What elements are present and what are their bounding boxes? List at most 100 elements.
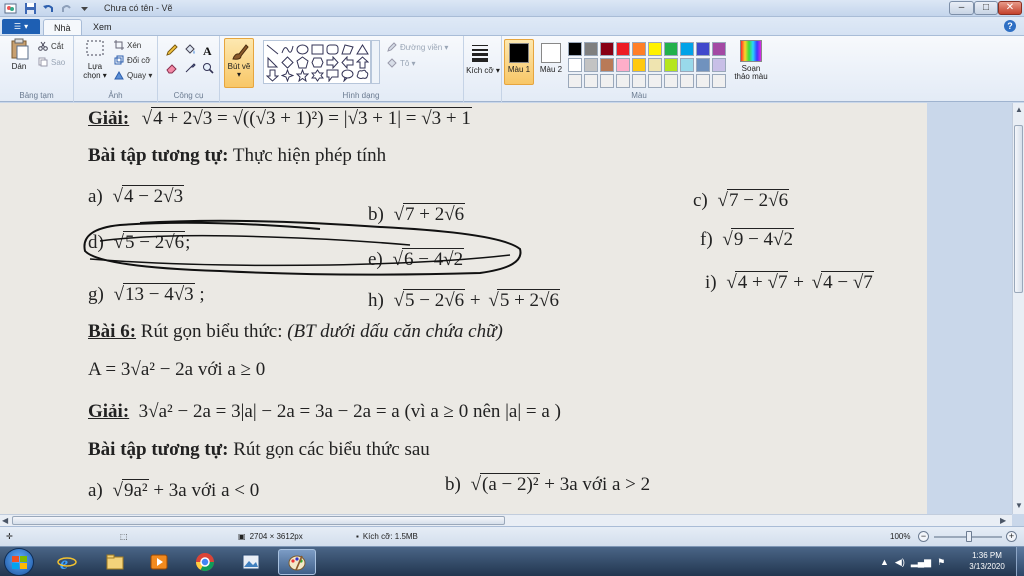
diamond-shape-icon[interactable] (281, 56, 294, 69)
maximize-button[interactable]: □ (974, 1, 998, 15)
magnifier-icon[interactable] (200, 60, 216, 75)
left-arrow-shape-icon[interactable] (341, 56, 354, 69)
vertical-scroll-thumb[interactable] (1014, 125, 1023, 293)
paste-button[interactable]: Dán (6, 38, 32, 71)
palette-swatch[interactable] (696, 74, 710, 88)
zoom-in-button[interactable]: + (1006, 531, 1017, 542)
scroll-left-arrow-icon[interactable]: ◀ (2, 516, 8, 525)
cloud-callout-icon[interactable] (356, 69, 369, 82)
media-player-icon[interactable] (140, 549, 178, 575)
palette-swatch[interactable] (648, 58, 662, 72)
fill-bucket-icon[interactable] (182, 42, 198, 57)
network-signal-icon[interactable]: ▂▄▆ (911, 557, 931, 568)
zoom-out-button[interactable]: − (918, 531, 929, 542)
redo-icon[interactable] (60, 2, 73, 15)
vertical-scrollbar[interactable]: ▲ ▼ (1012, 103, 1024, 514)
brushes-button[interactable]: Bút vẽ ▾ (224, 38, 254, 88)
palette-swatch[interactable] (696, 42, 710, 56)
drawing-canvas[interactable]: Giải: 4 + 2√3 = √((√3 + 1)²) = |√3 + 1| … (0, 103, 927, 514)
size-group[interactable]: Kích cỡ ▾ (464, 36, 502, 102)
palette-swatch[interactable] (568, 58, 582, 72)
quick-access-dropdown-icon[interactable] (78, 2, 91, 15)
cut-button[interactable]: Cắt (38, 41, 63, 51)
file-explorer-icon[interactable] (96, 549, 134, 575)
tab-home[interactable]: Nhà (43, 19, 82, 36)
horizontal-scrollbar[interactable]: ◀ ▶ (0, 514, 1012, 526)
show-hidden-icons-icon[interactable]: ▲ (880, 557, 889, 567)
save-icon[interactable] (24, 2, 37, 15)
down-arrow-shape-icon[interactable] (266, 69, 279, 82)
rounded-rectangle-shape-icon[interactable] (326, 43, 339, 56)
palette-swatch[interactable] (632, 42, 646, 56)
clock[interactable]: 1:36 PM 3/13/2020 (960, 550, 1014, 572)
file-menu-button[interactable]: ☰ ▾ (2, 19, 40, 34)
select-button[interactable]: Lựa chọn ▾ (80, 38, 110, 80)
color1-button[interactable]: Màu 1 (504, 39, 534, 85)
palette-swatch[interactable] (600, 58, 614, 72)
rotate-button[interactable]: Quay ▾ (114, 70, 152, 80)
color2-button[interactable]: Màu 2 (536, 39, 566, 85)
tab-view[interactable]: Xem (83, 19, 122, 36)
triangle-shape-icon[interactable] (356, 43, 369, 56)
palette-swatch[interactable] (664, 58, 678, 72)
five-point-star-icon[interactable] (296, 69, 309, 82)
zoom-slider-knob[interactable] (966, 531, 972, 542)
palette-swatch[interactable] (648, 74, 662, 88)
palette-swatch[interactable] (568, 74, 582, 88)
palette-swatch[interactable] (616, 74, 630, 88)
hexagon-shape-icon[interactable] (311, 56, 324, 69)
fill-button[interactable]: Tô ▾ (387, 58, 416, 68)
palette-swatch[interactable] (632, 74, 646, 88)
right-arrow-shape-icon[interactable] (326, 56, 339, 69)
horizontal-scroll-thumb[interactable] (12, 516, 505, 525)
scroll-down-arrow-icon[interactable]: ▼ (1015, 501, 1023, 510)
pencil-icon[interactable] (164, 42, 180, 57)
palette-swatch[interactable] (568, 42, 582, 56)
undo-icon[interactable] (42, 2, 55, 15)
start-button[interactable] (4, 548, 34, 576)
palette-swatch[interactable] (696, 58, 710, 72)
photos-icon[interactable] (232, 549, 270, 575)
eraser-icon[interactable] (164, 60, 180, 75)
palette-swatch[interactable] (584, 74, 598, 88)
palette-swatch[interactable] (600, 42, 614, 56)
copy-button[interactable]: Sao (38, 57, 65, 67)
up-arrow-shape-icon[interactable] (356, 56, 369, 69)
palette-swatch[interactable] (712, 42, 726, 56)
flag-icon[interactable]: ⚑ (937, 557, 945, 568)
six-point-star-icon[interactable] (311, 69, 324, 82)
chrome-icon[interactable] (186, 549, 224, 575)
paint-app-icon[interactable] (4, 2, 17, 15)
crop-button[interactable]: Xén (114, 40, 141, 50)
text-tool-icon[interactable]: A (200, 42, 216, 57)
rectangle-shape-icon[interactable] (311, 43, 324, 56)
help-icon[interactable]: ? (1004, 20, 1016, 32)
palette-swatch[interactable] (600, 74, 614, 88)
palette-swatch[interactable] (680, 58, 694, 72)
color-picker-icon[interactable] (182, 60, 198, 75)
internet-explorer-icon[interactable]: e (48, 549, 86, 575)
line-shape-icon[interactable] (266, 43, 279, 56)
palette-swatch[interactable] (648, 42, 662, 56)
show-desktop-button[interactable] (1016, 547, 1024, 576)
right-triangle-shape-icon[interactable] (266, 56, 279, 69)
paint-taskbar-icon[interactable] (278, 549, 316, 575)
rectangle-callout-icon[interactable] (326, 69, 339, 82)
palette-swatch[interactable] (712, 74, 726, 88)
palette-swatch[interactable] (632, 58, 646, 72)
palette-swatch[interactable] (584, 42, 598, 56)
polygon-shape-icon[interactable] (341, 43, 354, 56)
palette-swatch[interactable] (712, 58, 726, 72)
close-button[interactable]: ✕ (998, 1, 1022, 15)
oval-callout-icon[interactable] (341, 69, 354, 82)
oval-shape-icon[interactable] (296, 43, 309, 56)
scroll-right-arrow-icon[interactable]: ▶ (1000, 516, 1006, 525)
palette-swatch[interactable] (616, 58, 630, 72)
palette-swatch[interactable] (680, 74, 694, 88)
palette-swatch[interactable] (680, 42, 694, 56)
palette-swatch[interactable] (584, 58, 598, 72)
four-point-star-icon[interactable] (281, 69, 294, 82)
shapes-scroll[interactable] (371, 40, 380, 84)
edit-colors-button[interactable]: Soạn thảo màu (733, 38, 769, 81)
speaker-icon[interactable]: ◀) (895, 557, 905, 568)
